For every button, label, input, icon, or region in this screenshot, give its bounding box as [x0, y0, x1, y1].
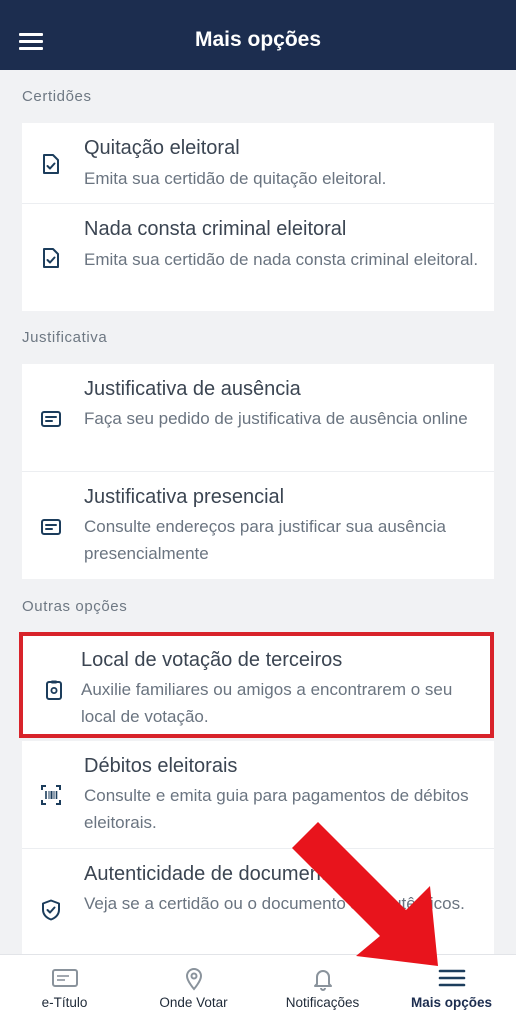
item-title: Débitos eleitorais — [84, 755, 238, 777]
nav-label: Onde Votar — [159, 995, 228, 1010]
message-card-icon — [41, 411, 61, 427]
nav-item-onde-votar[interactable]: Onde Votar — [129, 955, 258, 1024]
section-title-outras-opcoes: Outras opções — [22, 598, 128, 615]
list-item-autenticidade-documentos[interactable]: Autenticidade de documentos Veja se a ce… — [22, 849, 494, 956]
nav-item-notificacoes[interactable]: Notificações — [258, 955, 387, 1024]
section-title-certidoes: Certidões — [22, 88, 92, 105]
document-check-icon — [43, 154, 59, 174]
nav-label: e-Título — [41, 995, 88, 1010]
highlighted-item-box: Local de votação de terceiros Auxilie fa… — [19, 632, 494, 738]
section-title-justificativa: Justificativa — [22, 329, 108, 346]
nav-item-e-titulo[interactable]: e-Título — [0, 955, 129, 1024]
item-title: Quitação eleitoral — [84, 137, 240, 159]
item-description: Emita sua certidão de quitação eleitoral… — [84, 169, 387, 188]
nav-label: Notificações — [285, 995, 360, 1010]
nav-item-mais-opcoes[interactable]: Mais opções — [387, 955, 516, 1024]
list-item-local-votacao-terceiros[interactable]: Local de votação de terceiros Auxilie fa… — [23, 636, 490, 734]
nav-label: Mais opções — [410, 995, 493, 1010]
list-item-debitos-eleitorais[interactable]: Débitos eleitorais Consulte e emita guia… — [22, 741, 494, 848]
app-header: Mais opções — [0, 0, 516, 70]
document-check-icon — [43, 248, 59, 268]
hamburger-menu-icon — [438, 969, 465, 987]
item-description: Consulte e emita guia para pagamentos de… — [84, 786, 469, 832]
list-item-quitacao-eleitoral[interactable]: Quitação eleitoral Emita sua certidão de… — [22, 123, 494, 203]
item-description: Auxilie familiares ou amigos a encontrar… — [81, 680, 453, 726]
map-pin-icon — [185, 968, 202, 991]
item-description: Faça seu pedido de justificativa de ausê… — [84, 409, 468, 428]
shield-check-icon — [42, 899, 60, 921]
card-outras-opcoes: Débitos eleitorais Consulte e emita guia… — [22, 741, 494, 956]
card-justificativa: Justificativa de ausência Faça seu pedid… — [22, 364, 494, 579]
list-item-justificativa-ausencia[interactable]: Justificativa de ausência Faça seu pedid… — [22, 364, 494, 471]
item-title: Nada consta criminal eleitoral — [84, 218, 347, 240]
list-item-justificativa-presencial[interactable]: Justificativa presencial Consulte endere… — [22, 472, 494, 579]
list-item-nada-consta-criminal[interactable]: Nada consta criminal eleitoral Emita sua… — [22, 204, 494, 311]
page-title: Mais opções — [194, 28, 322, 51]
barcode-scan-icon — [41, 785, 61, 805]
clipboard-location-icon — [46, 680, 62, 700]
bell-icon — [313, 970, 332, 991]
item-title: Justificativa de ausência — [84, 378, 301, 400]
message-card-icon — [41, 519, 61, 535]
bottom-navigation: e-Título Onde Votar Notificações Mais op… — [0, 954, 516, 1024]
card-certidoes: Quitação eleitoral Emita sua certidão de… — [22, 123, 494, 311]
item-title: Local de votação de terceiros — [81, 649, 343, 671]
item-description: Consulte endereços para justificar sua a… — [84, 517, 446, 563]
item-description: Emita sua certidão de nada consta crimin… — [84, 250, 479, 269]
item-title: Justificativa presencial — [84, 486, 285, 508]
id-card-icon — [51, 969, 78, 987]
item-description: Veja se a certidão ou o documento são au… — [84, 894, 465, 913]
item-title: Autenticidade de documentos — [84, 863, 348, 885]
